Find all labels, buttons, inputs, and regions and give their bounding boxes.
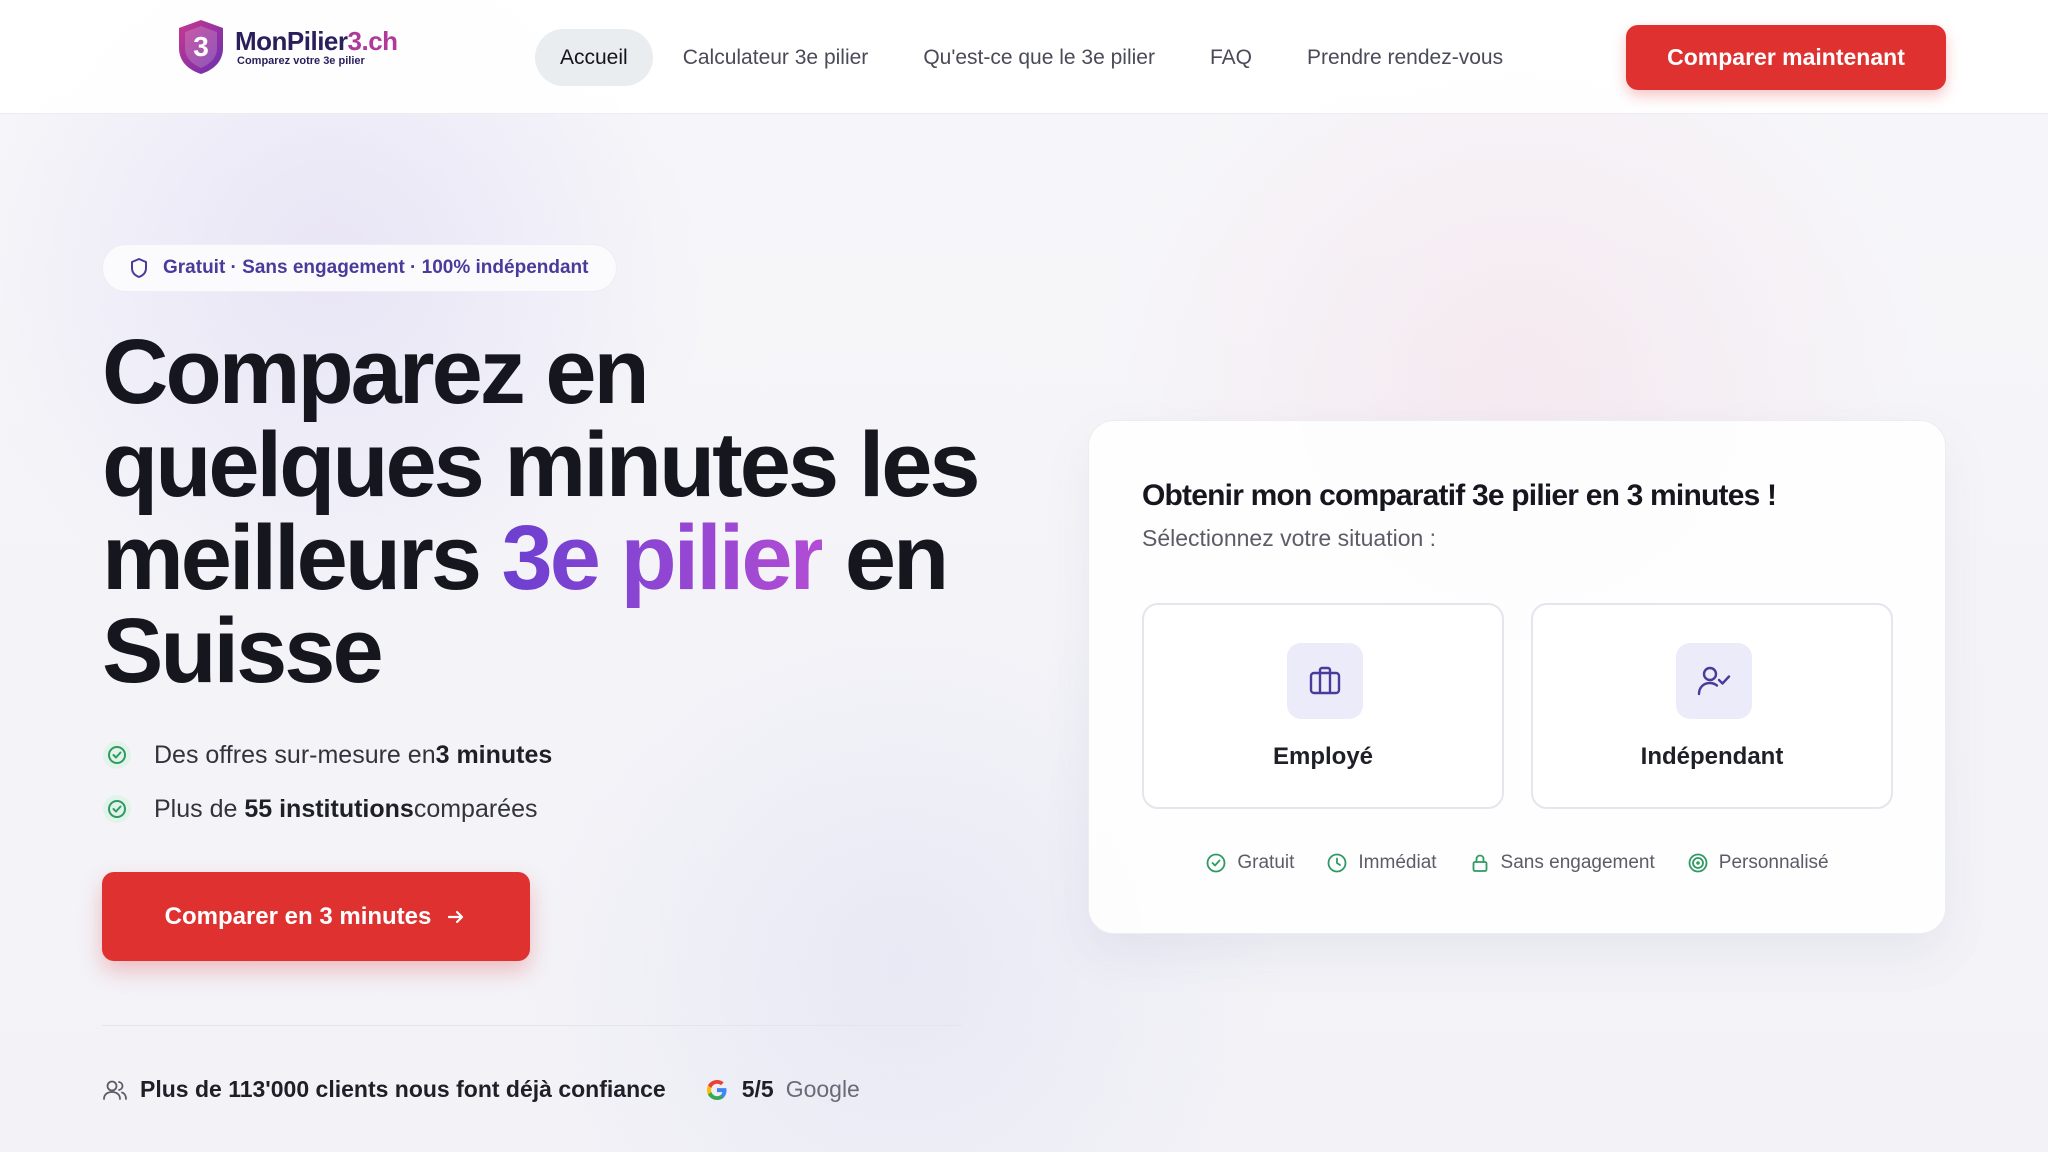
hero-badge-text: Gratuit · Sans engagement · 100% indépen… — [163, 257, 589, 278]
nav-item-quest-ce-que[interactable]: Qu'est-ce que le 3e pilier — [898, 29, 1180, 86]
nav-item-calculateur[interactable]: Calculateur 3e pilier — [658, 29, 894, 86]
check-text-pre: Plus de — [154, 794, 238, 823]
feature-label: Gratuit — [1237, 852, 1295, 873]
card-subtitle: Sélectionnez votre situation : — [1142, 525, 1437, 551]
nav-item-faq[interactable]: FAQ — [1185, 29, 1277, 86]
compare-3-minutes-label: Comparer en 3 minutes — [164, 902, 432, 930]
main-nav: Accueil Calculateur 3e pilier Qu'est-ce … — [535, 29, 1533, 86]
comparatif-card: Obtenir mon comparatif 3e pilier en 3 mi… — [1088, 420, 1946, 934]
check-text-bold: 55 institutions — [244, 794, 414, 823]
check-circle-icon — [103, 795, 131, 823]
lock-icon — [1472, 854, 1487, 872]
target-icon — [1688, 853, 1708, 873]
option-independant[interactable]: Indépendant — [1531, 603, 1893, 809]
briefcase-icon — [1309, 666, 1341, 695]
option-label: Employé — [1272, 743, 1374, 770]
hero-title: Comparez en quelques minutes les meilleu… — [102, 326, 982, 698]
hero-title-highlight: 3e pilier — [501, 507, 826, 609]
google-icon — [706, 1079, 727, 1100]
hero-check-list: Des offres sur-mesure en 3 minutes Plus … — [102, 728, 552, 836]
feature-item: Personnalisé — [1687, 852, 1829, 874]
logo-shield-number: 3 — [193, 31, 209, 62]
feature-label: Immédiat — [1358, 852, 1437, 873]
logo-shield-icon: 3 — [179, 20, 223, 74]
check-text-pre: Des offres sur-mesure en — [154, 740, 436, 769]
logo[interactable]: 3 MonPilier3.ch Comparez votre 3e pilier — [175, 18, 398, 76]
feature-item: Immédiat — [1326, 852, 1437, 874]
logo-name-part1: MonPilier — [235, 26, 348, 56]
divider — [102, 1025, 962, 1026]
feature-item: Sans engagement — [1469, 852, 1655, 874]
check-text-bold: 3 minutes — [435, 740, 553, 769]
clock-icon — [1328, 853, 1347, 873]
feature-item: Gratuit — [1205, 852, 1294, 874]
rating-score: 5/5 — [741, 1076, 774, 1102]
arrow-right-icon — [448, 910, 464, 923]
check-circle-icon — [1206, 853, 1226, 873]
hero-badge: Gratuit · Sans engagement · 100% indépen… — [102, 244, 618, 292]
shield-icon — [131, 258, 147, 278]
feature-label: Sans engagement — [1500, 852, 1655, 873]
logo-name: MonPilier3.ch — [235, 27, 398, 55]
check-text-post: comparées — [413, 794, 538, 823]
card-features: Gratuit Immédiat Sans engagement Personn… — [1089, 852, 1945, 874]
logo-tagline: Comparez votre 3e pilier — [237, 55, 365, 67]
card-title: Obtenir mon comparatif 3e pilier en 3 mi… — [1142, 479, 1777, 512]
list-item: Plus de 55 institutions comparées — [102, 782, 552, 836]
rating-source: Google — [785, 1076, 860, 1102]
option-label: Indépendant — [1640, 743, 1784, 770]
users-icon — [103, 1080, 127, 1100]
user-check-icon — [1697, 666, 1731, 696]
nav-item-rendez-vous[interactable]: Prendre rendez-vous — [1282, 29, 1528, 86]
trust-bar: Plus de 113'000 clients nous font déjà c… — [102, 1076, 860, 1103]
logo-text: MonPilier3.ch Comparez votre 3e pilier — [235, 27, 398, 67]
nav-item-accueil[interactable]: Accueil — [535, 29, 653, 86]
compare-3-minutes-button[interactable]: Comparer en 3 minutes — [102, 872, 530, 961]
clients-text: Plus de 113'000 clients nous font déjà c… — [140, 1076, 666, 1102]
option-icon-wrap — [1287, 643, 1363, 719]
logo-name-part2: 3.ch — [347, 26, 399, 56]
compare-now-button[interactable]: Comparer maintenant — [1626, 25, 1946, 90]
option-employe[interactable]: Employé — [1142, 603, 1504, 809]
page: 3 MonPilier3.ch Comparez votre 3e pilier… — [0, 0, 2048, 1152]
list-item: Des offres sur-mesure en 3 minutes — [102, 728, 552, 782]
feature-label: Personnalisé — [1718, 852, 1829, 873]
option-icon-wrap — [1676, 643, 1752, 719]
site-header: 3 MonPilier3.ch Comparez votre 3e pilier… — [0, 0, 2048, 114]
check-circle-icon — [103, 741, 131, 769]
